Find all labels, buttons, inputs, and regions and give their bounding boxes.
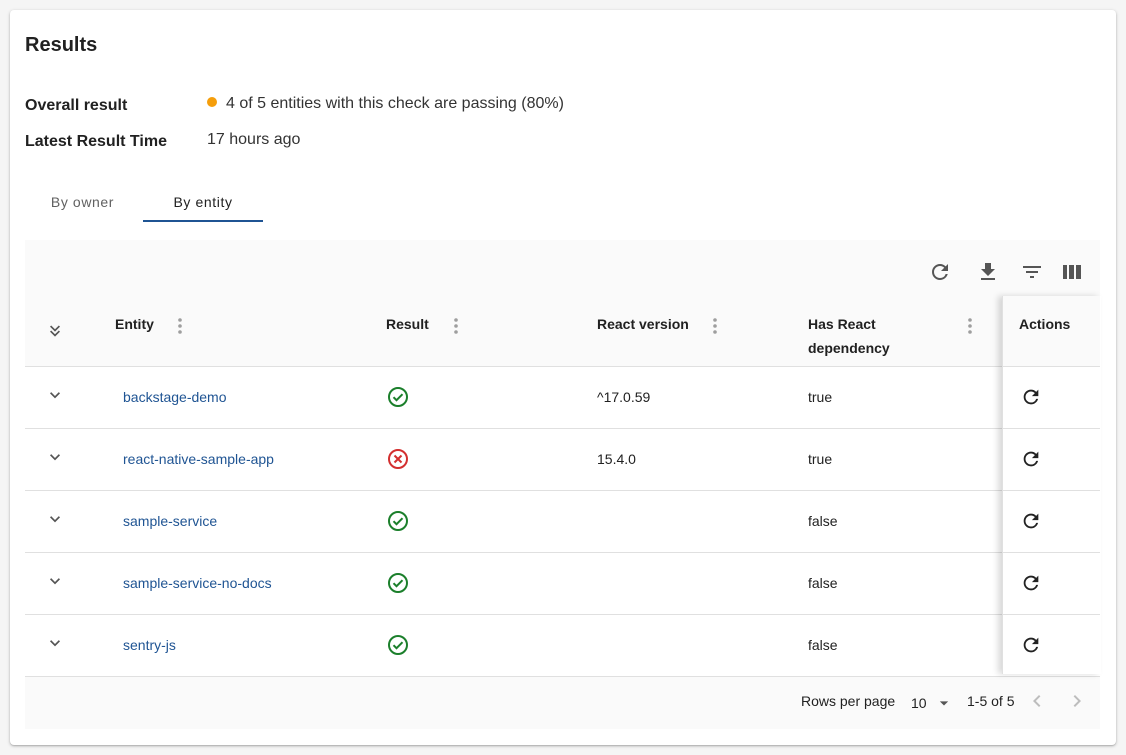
latest-result-time-label: Latest Result Time (25, 133, 167, 150)
overall-result-value: 4 of 5 entities with this check are pass… (207, 95, 564, 113)
columns-icon[interactable] (1060, 260, 1084, 284)
react-version-cell: 15.4.0 (597, 451, 636, 467)
column-menu-icon[interactable] (172, 316, 188, 336)
expand-all-icon[interactable] (45, 320, 65, 340)
next-page-icon[interactable] (1065, 689, 1089, 713)
column-header-entity[interactable]: Entity (115, 312, 154, 336)
has-react-cell: true (808, 451, 833, 467)
chevron-down-icon[interactable] (45, 571, 65, 591)
chevron-down-icon[interactable] (45, 447, 65, 467)
results-table: Entity Result React version Has React de… (25, 240, 1100, 729)
chevron-down-icon[interactable] (45, 509, 65, 529)
table-row: backstage-demo ^17.0.59 true (25, 367, 1100, 429)
actions-column-divider (1002, 296, 1101, 674)
column-menu-icon[interactable] (707, 316, 723, 336)
refresh-icon[interactable] (928, 260, 952, 284)
overall-result-text: 4 of 5 entities with this check are pass… (226, 95, 564, 112)
column-header-has-react-line2: dependency (808, 340, 890, 356)
caret-down-icon (940, 701, 949, 706)
entity-link[interactable]: backstage-demo (123, 367, 227, 428)
filter-icon[interactable] (1020, 260, 1044, 284)
chevron-down-icon[interactable] (45, 385, 65, 405)
check-circle-icon (386, 633, 410, 657)
entity-link[interactable]: react-native-sample-app (123, 429, 274, 490)
chevron-down-icon[interactable] (45, 633, 65, 653)
entity-link[interactable]: sample-service-no-docs (123, 553, 272, 614)
rows-per-page-select[interactable]: 10 (911, 693, 954, 717)
error-circle-icon (386, 447, 410, 471)
table-row: sentry-js false (25, 615, 1100, 677)
column-menu-icon[interactable] (448, 316, 464, 336)
check-circle-icon (386, 571, 410, 595)
column-header-result[interactable]: Result (386, 312, 429, 336)
has-react-cell: true (808, 389, 833, 405)
previous-page-icon[interactable] (1025, 689, 1049, 713)
overall-result-label: Overall result (25, 97, 128, 114)
results-card: Results Overall result 4 of 5 entities w… (10, 10, 1116, 745)
table-row: react-native-sample-app 15.4.0 true (25, 429, 1100, 491)
latest-result-time-value: 17 hours ago (207, 131, 301, 148)
entity-link[interactable]: sentry-js (123, 615, 176, 676)
column-header-has-react[interactable]: Has React dependency (808, 312, 890, 360)
has-react-cell: false (808, 637, 838, 653)
rows-per-page-value: 10 (911, 695, 927, 711)
table-row: sample-service-no-docs false (25, 553, 1100, 615)
has-react-cell: false (808, 513, 838, 529)
download-icon[interactable] (976, 260, 1000, 284)
table-header: Entity Result React version Has React de… (25, 296, 1100, 367)
status-dot-icon (207, 97, 217, 107)
has-react-cell: false (808, 575, 838, 591)
tab-by-entity[interactable]: By entity (143, 187, 263, 222)
check-circle-icon (386, 509, 410, 533)
pagination-bar: Rows per page 10 1-5 of 5 (25, 674, 1100, 729)
column-header-react-version[interactable]: React version (597, 312, 689, 336)
check-circle-icon (386, 385, 410, 409)
card-title: Results (25, 34, 98, 56)
table-body: backstage-demo ^17.0.59 true react-nativ… (25, 367, 1100, 677)
react-version-cell: ^17.0.59 (597, 389, 651, 405)
rows-per-page-label: Rows per page (801, 693, 896, 709)
table-row: sample-service false (25, 491, 1100, 553)
column-menu-icon[interactable] (962, 316, 978, 336)
column-header-has-react-line1: Has React (808, 316, 876, 332)
pagination-range: 1-5 of 5 (967, 693, 1015, 709)
tab-by-owner[interactable]: By owner (25, 187, 140, 220)
entity-link[interactable]: sample-service (123, 491, 217, 552)
